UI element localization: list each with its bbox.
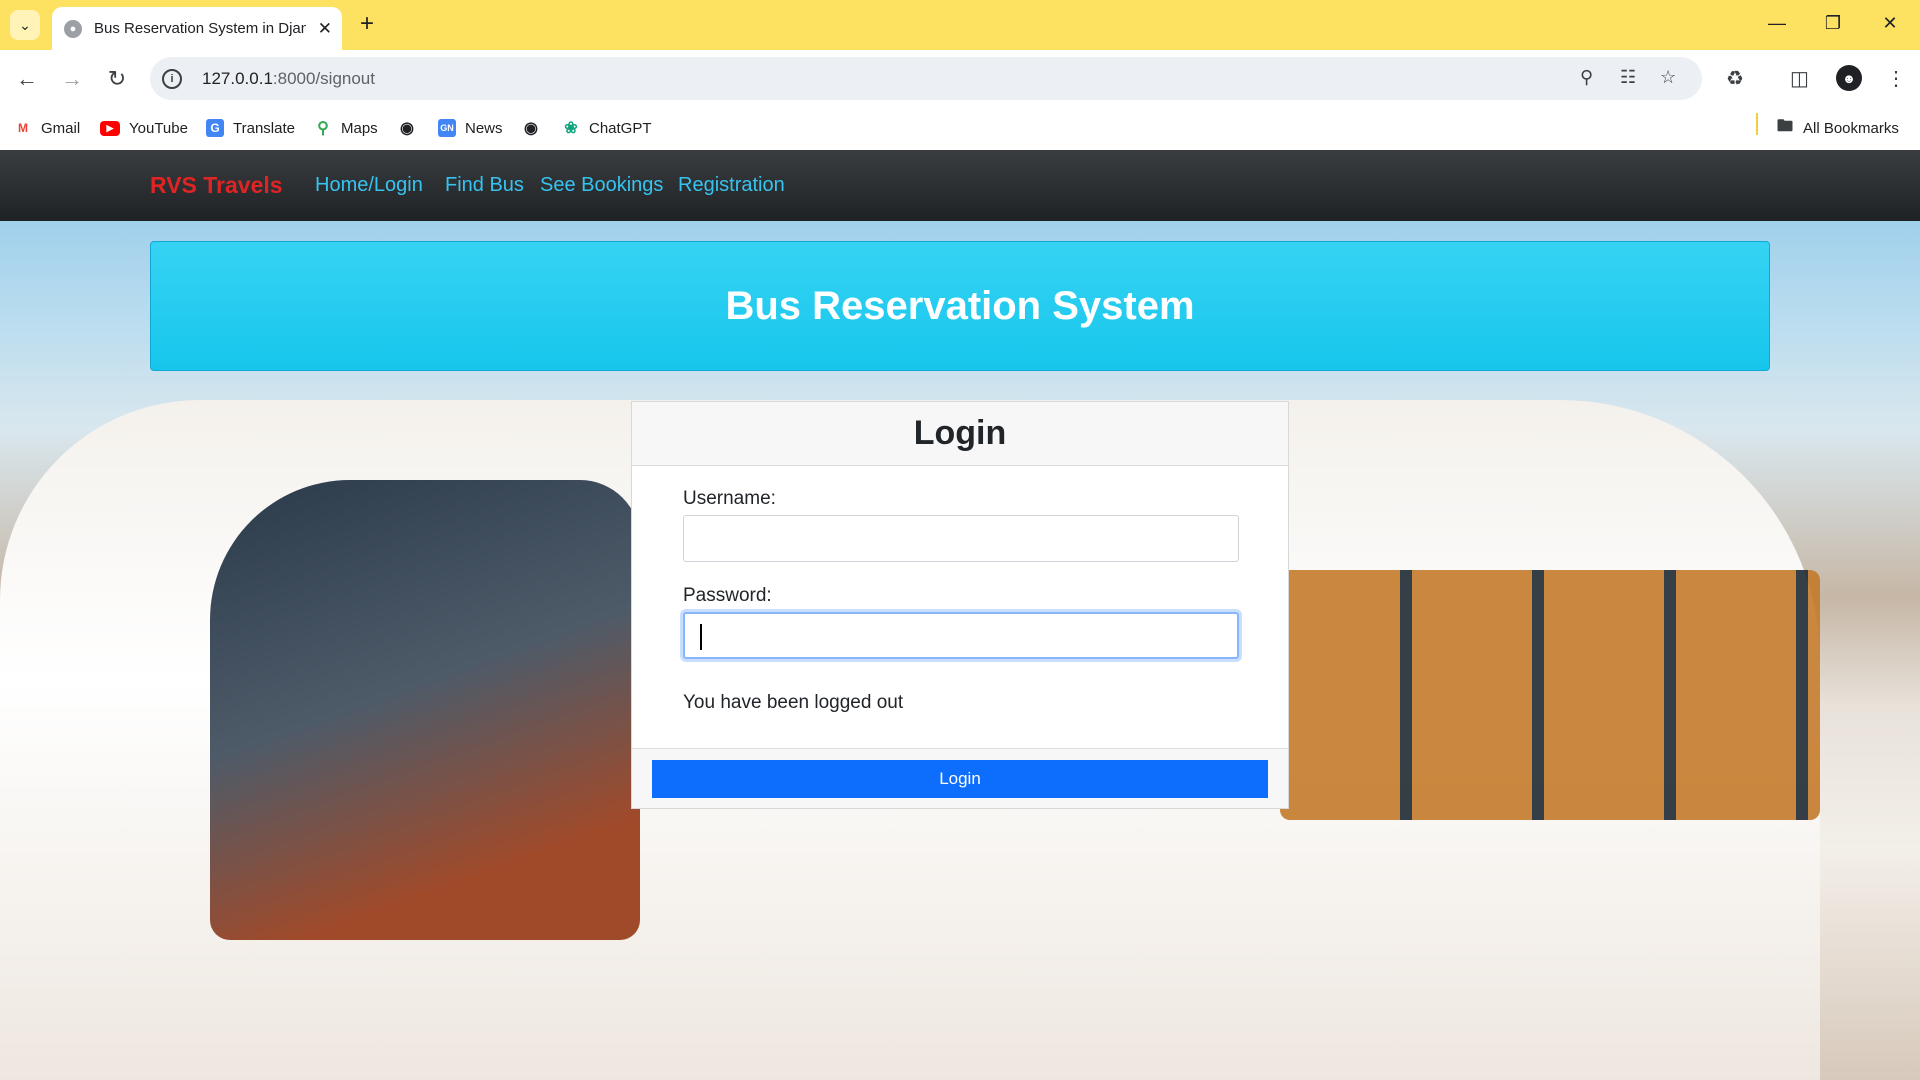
bookmarks-bar: M Gmail ▶ YouTube G Translate ⚲ Maps ◉ GN New…	[0, 108, 1920, 150]
bookmark-star-icon[interactable]: ☆	[1660, 67, 1676, 88]
login-button[interactable]: Login	[652, 760, 1268, 798]
gmail-icon: M	[18, 121, 28, 135]
nav-link-see-bookings[interactable]: See Bookings	[540, 174, 663, 197]
background-bus-windows	[1280, 570, 1820, 820]
bookmark-youtube[interactable]: ▶ YouTube	[100, 116, 188, 140]
page-content: RVS Travels Home/Login Find Bus See Book…	[0, 150, 1920, 1080]
browser-titlebar: ⌄ ● Bus Reservation System in Djan ✕ + —…	[0, 0, 1920, 50]
text-caret	[700, 624, 702, 650]
folder-icon: 🖿	[1776, 117, 1793, 135]
side-panel-icon[interactable]: ◫	[1790, 66, 1809, 91]
bookmark-globe-1[interactable]: ◉	[398, 116, 425, 140]
username-input[interactable]	[683, 515, 1239, 562]
nav-link-find-bus[interactable]: Find Bus	[445, 174, 524, 197]
back-button[interactable]: ←	[12, 64, 42, 94]
logout-message: You have been logged out	[683, 692, 904, 713]
minimize-button[interactable]: —	[1757, 8, 1797, 38]
password-input[interactable]	[683, 612, 1239, 659]
url-text: 127.0.0.1:8000/signout	[202, 68, 375, 88]
news-icon: GN	[438, 119, 456, 137]
nav-link-registration[interactable]: Registration	[678, 174, 785, 197]
browser-tab-active[interactable]: ● Bus Reservation System in Djan ✕	[52, 7, 342, 50]
bookmark-chatgpt[interactable]: ❀ ChatGPT	[562, 116, 651, 140]
reload-button[interactable]: ↻	[102, 64, 132, 94]
close-window-button[interactable]: ✕	[1870, 8, 1910, 38]
globe-icon: ◉	[400, 120, 414, 137]
maps-icon: ⚲	[317, 120, 329, 137]
login-title: Login	[913, 414, 1007, 452]
key-icon[interactable]: ⚲	[1580, 67, 1593, 88]
bookmark-maps[interactable]: ⚲ Maps	[314, 116, 378, 140]
new-tab-button[interactable]: +	[352, 9, 382, 39]
bookmark-globe-2[interactable]: ◉	[522, 116, 549, 140]
login-card-header: Login	[632, 402, 1288, 466]
all-bookmarks-button[interactable]: 🖿 All Bookmarks	[1776, 116, 1899, 140]
bookmarks-divider	[1756, 113, 1758, 135]
tab-title: Bus Reservation System in Djan	[94, 20, 306, 37]
bookmark-news[interactable]: GN News	[438, 116, 503, 140]
password-label: Password:	[683, 585, 772, 606]
translate-page-icon[interactable]: ☷	[1620, 67, 1636, 88]
forward-button[interactable]: →	[57, 64, 87, 94]
login-card-footer: Login	[632, 748, 1288, 808]
restore-button[interactable]: ❐	[1813, 8, 1853, 38]
site-info-icon[interactable]: i	[162, 68, 182, 89]
translate-icon: G	[206, 119, 224, 137]
username-label: Username:	[683, 488, 776, 509]
bookmark-translate[interactable]: G Translate	[206, 116, 295, 140]
login-card: Login Username: Password: You have been …	[631, 401, 1289, 809]
globe-icon: ◉	[524, 120, 538, 137]
browser-toolbar: ← → ↻ i 127.0.0.1:8000/signout ⚲ ☷ ☆ ♻ ◫…	[0, 50, 1920, 108]
tab-search-button[interactable]: ⌄	[10, 10, 40, 40]
profile-avatar[interactable]: ☻	[1836, 65, 1862, 91]
header-banner: Bus Reservation System	[150, 241, 1770, 371]
nav-link-home-login[interactable]: Home/Login	[315, 174, 423, 197]
brand-logo[interactable]: RVS Travels	[150, 172, 283, 199]
menu-icon[interactable]: ⋮	[1886, 66, 1906, 91]
bookmark-gmail[interactable]: M Gmail	[14, 116, 80, 140]
close-tab-icon[interactable]: ✕	[318, 19, 332, 39]
youtube-icon: ▶	[100, 120, 120, 136]
background-bus-windshield	[210, 480, 640, 940]
page-title: Bus Reservation System	[725, 283, 1195, 328]
chatgpt-icon: ❀	[564, 120, 578, 137]
address-bar[interactable]: i 127.0.0.1:8000/signout ⚲ ☷ ☆	[150, 57, 1702, 100]
globe-icon: ●	[64, 19, 82, 38]
extensions-icon[interactable]: ♻	[1726, 66, 1744, 91]
site-navbar: RVS Travels Home/Login Find Bus See Book…	[0, 150, 1920, 221]
